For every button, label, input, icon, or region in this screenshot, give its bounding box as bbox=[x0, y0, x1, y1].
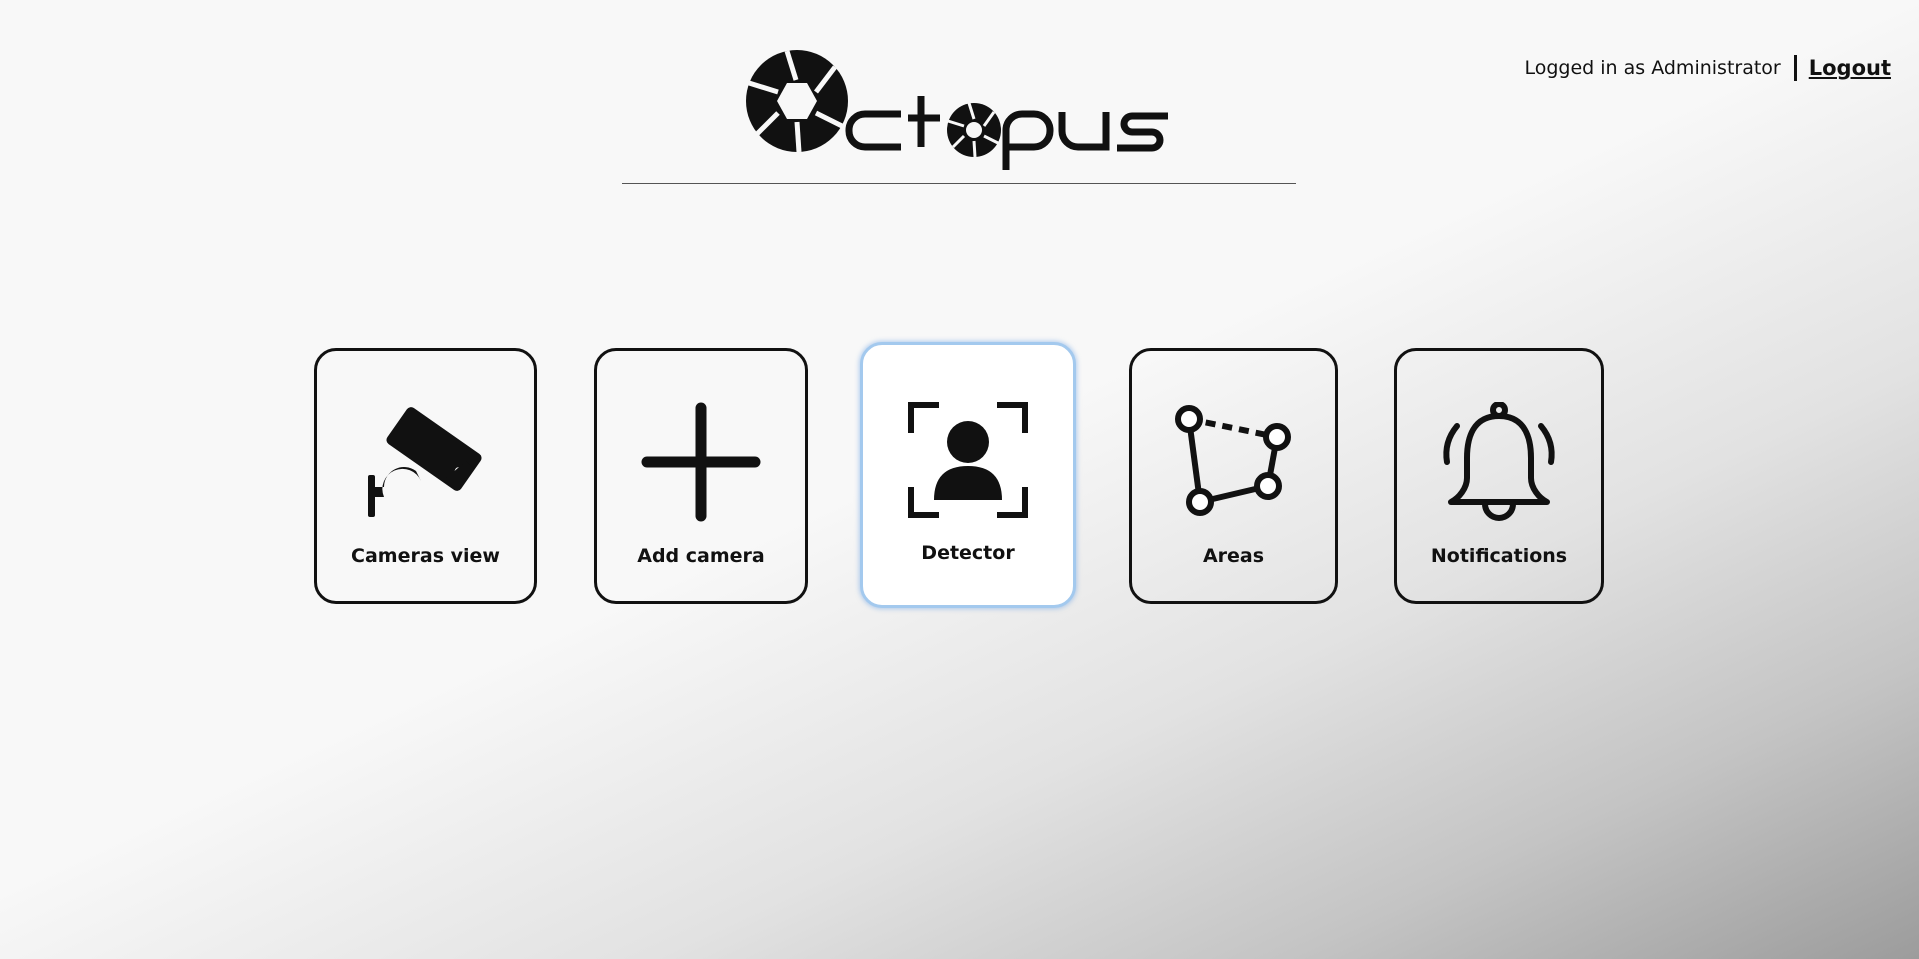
session-separator bbox=[1793, 55, 1797, 81]
face-detection-icon bbox=[863, 399, 1073, 521]
tile-cameras-view[interactable]: Cameras view bbox=[314, 348, 537, 604]
tile-areas[interactable]: Areas bbox=[1129, 348, 1338, 604]
tile-detector[interactable]: Detector bbox=[860, 342, 1076, 608]
tile-label: Detector bbox=[921, 542, 1015, 564]
security-camera-icon bbox=[317, 401, 534, 523]
logged-in-text: Logged in as Administrator bbox=[1524, 57, 1781, 79]
plus-icon bbox=[597, 401, 805, 523]
tile-label: Add camera bbox=[637, 545, 765, 567]
polygon-area-icon bbox=[1132, 401, 1335, 523]
session-info: Logged in as Administrator Logout bbox=[1524, 53, 1891, 83]
header-divider bbox=[622, 183, 1296, 184]
octopus-logo-graphic bbox=[746, 50, 1168, 170]
tile-notifications[interactable]: Notifications bbox=[1394, 348, 1604, 604]
bell-icon bbox=[1397, 401, 1601, 523]
tile-label: Areas bbox=[1202, 545, 1265, 567]
tile-add-camera[interactable]: Add camera bbox=[594, 348, 808, 604]
tile-label: Cameras view bbox=[351, 545, 500, 567]
logout-link[interactable]: Logout bbox=[1809, 53, 1891, 83]
tile-label: Notifications bbox=[1430, 545, 1568, 567]
octopus-logo bbox=[744, 46, 1174, 171]
